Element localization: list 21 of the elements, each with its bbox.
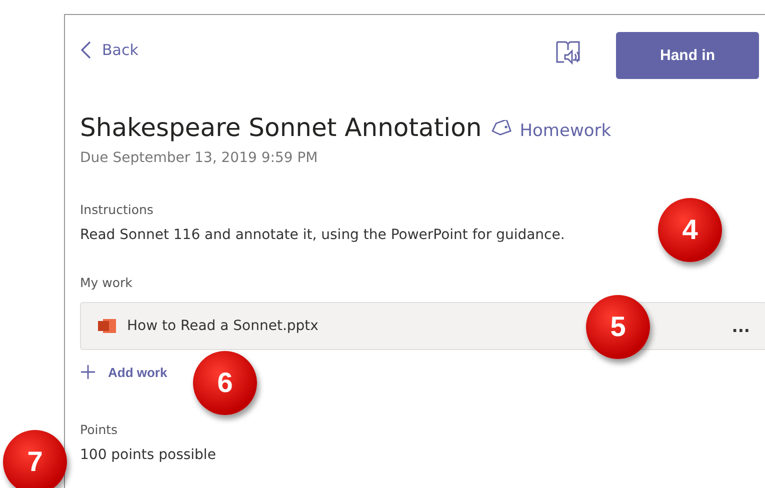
immersive-reader-icon[interactable]	[554, 39, 582, 67]
section-label: Points	[80, 422, 118, 437]
tag-icon	[490, 120, 512, 136]
add-work-button[interactable]: Add work	[80, 364, 168, 380]
assignment-title: Shakespeare Sonnet Annotation	[80, 113, 482, 142]
section-label: Instructions	[80, 202, 154, 217]
back-link[interactable]: Back	[80, 40, 138, 60]
callout-badge: 4	[658, 198, 722, 262]
callout-badge: 5	[586, 295, 650, 359]
section-label: My work	[80, 275, 132, 290]
more-options-button[interactable]: ...	[732, 316, 750, 336]
due-date: Due September 13, 2019 9:59 PM	[80, 150, 319, 166]
plus-icon	[80, 364, 96, 380]
instructions-text: Read Sonnet 116 and annotate it, using the PowerPoint for guidance.	[80, 227, 565, 243]
callout-badge: 6	[193, 351, 257, 415]
category-label: Homework	[520, 121, 612, 141]
chevron-left-icon	[80, 40, 92, 60]
hand-in-button[interactable]: Hand in	[616, 32, 759, 78]
points-text: 100 points possible	[80, 447, 216, 463]
callout-badge: 7	[3, 430, 67, 488]
powerpoint-icon	[97, 317, 117, 335]
